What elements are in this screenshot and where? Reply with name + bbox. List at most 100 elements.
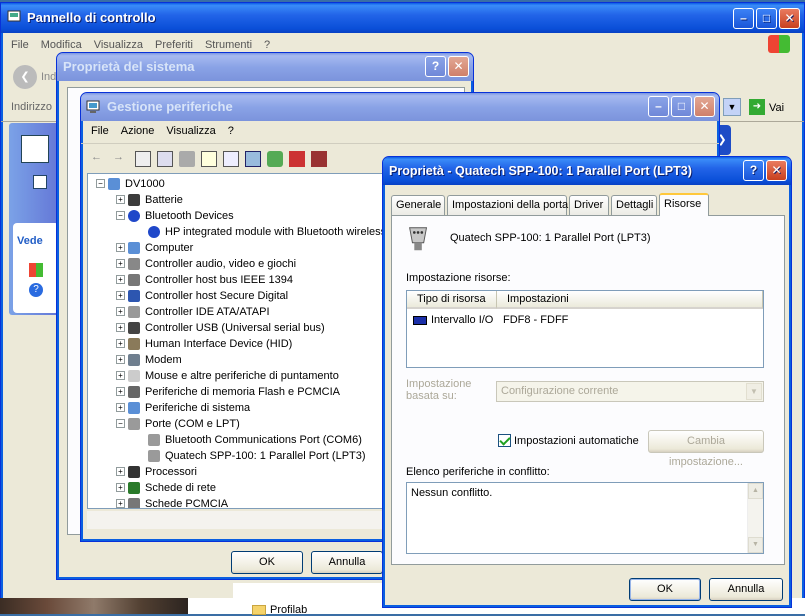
expand-icon[interactable]: + bbox=[116, 291, 125, 300]
ok-button[interactable]: OK bbox=[629, 578, 701, 601]
tree-item[interactable]: + Processori bbox=[88, 464, 386, 480]
expand-icon[interactable]: + bbox=[116, 195, 125, 204]
menu-azione[interactable]: Azione bbox=[115, 125, 161, 137]
device-tree[interactable]: − DV1000 + Batterie − Bluetooth Devices HP int… bbox=[87, 173, 387, 509]
expand-icon[interactable]: + bbox=[116, 323, 125, 332]
menu-modifica[interactable]: Modifica bbox=[35, 39, 88, 51]
collapse-icon[interactable]: − bbox=[116, 211, 125, 220]
expand-icon[interactable]: + bbox=[116, 403, 125, 412]
up-level-icon[interactable] bbox=[135, 151, 151, 167]
tree-item[interactable]: + Batterie bbox=[88, 192, 386, 208]
expand-icon[interactable]: + bbox=[116, 307, 125, 316]
tree-item[interactable]: Bluetooth Communications Port (COM6) bbox=[88, 432, 386, 448]
update-driver-icon[interactable] bbox=[267, 151, 283, 167]
tab-driver[interactable]: Driver bbox=[569, 195, 609, 215]
menu-help[interactable]: ? bbox=[222, 125, 240, 137]
tree-item[interactable]: + Human Interface Device (HID) bbox=[88, 336, 386, 352]
close-button[interactable]: ✕ bbox=[448, 56, 469, 77]
expand-icon[interactable]: + bbox=[116, 275, 125, 284]
tree-item[interactable]: + Periferiche di memoria Flash e PCMCIA bbox=[88, 384, 386, 400]
table-row[interactable]: Intervallo I/O FDF8 - FDFF bbox=[411, 313, 751, 329]
minimize-button[interactable]: – bbox=[648, 96, 669, 117]
expand-icon[interactable]: + bbox=[116, 259, 125, 268]
menu-file[interactable]: File bbox=[5, 39, 35, 51]
expand-icon[interactable]: + bbox=[116, 355, 125, 364]
tab-risorse[interactable]: Risorse bbox=[659, 193, 709, 216]
tree-item[interactable]: − DV1000 bbox=[88, 176, 386, 192]
minimize-button[interactable]: – bbox=[733, 8, 754, 29]
scroll-up-icon[interactable]: ▲ bbox=[748, 483, 763, 499]
conflict-scrollbar[interactable]: ▲ ▼ bbox=[747, 483, 763, 553]
auto-settings-checkbox[interactable] bbox=[498, 434, 511, 447]
expand-icon[interactable]: + bbox=[116, 483, 125, 492]
tree-item[interactable]: + Schede di rete bbox=[88, 480, 386, 496]
tree-item[interactable]: + Controller host Secure Digital bbox=[88, 288, 386, 304]
tree-item[interactable]: HP integrated module with Bluetooth wire… bbox=[88, 224, 386, 240]
expand-icon[interactable]: + bbox=[116, 371, 125, 380]
change-settings-button[interactable]: Cambia impostazione... bbox=[648, 430, 764, 468]
forward-arrow-icon[interactable]: → bbox=[113, 151, 129, 167]
menu-preferiti[interactable]: Preferiti bbox=[149, 39, 199, 51]
expand-icon[interactable]: + bbox=[116, 499, 125, 508]
menu-file[interactable]: File bbox=[85, 125, 115, 137]
close-button[interactable]: ✕ bbox=[779, 8, 800, 29]
uninstall-icon[interactable] bbox=[289, 151, 305, 167]
show-hide-tree-icon[interactable] bbox=[223, 151, 239, 167]
expand-icon[interactable]: + bbox=[116, 243, 125, 252]
tree-item[interactable]: + Modem bbox=[88, 352, 386, 368]
resource-list[interactable]: Tipo di risorsa Impostazioni Intervallo … bbox=[406, 290, 764, 368]
collapse-icon[interactable]: − bbox=[116, 419, 125, 428]
menu-visualizza[interactable]: Visualizza bbox=[88, 39, 149, 51]
tree-item[interactable]: − Porte (COM e LPT) bbox=[88, 416, 386, 432]
tree-item[interactable]: + Schede PCMCIA bbox=[88, 496, 386, 508]
tree-item[interactable]: + Controller audio, video e giochi bbox=[88, 256, 386, 272]
menu-strumenti[interactable]: Strumenti bbox=[199, 39, 258, 51]
tree-item[interactable]: Quatech SPP-100: 1 Parallel Port (LPT3) bbox=[88, 448, 386, 464]
expand-icon[interactable]: + bbox=[116, 339, 125, 348]
setting-based-on-select[interactable]: Configurazione corrente ▼ bbox=[496, 381, 764, 402]
scan-hardware-icon[interactable] bbox=[245, 151, 261, 167]
tab-impostazioni-porta[interactable]: Impostazioni della porta bbox=[447, 195, 568, 215]
port-properties-titlebar[interactable]: Proprietà - Quatech SPP-100: 1 Parallel … bbox=[383, 157, 791, 185]
go-button[interactable]: Vai bbox=[769, 102, 784, 114]
collapse-icon[interactable]: − bbox=[96, 179, 105, 188]
control-panel-titlebar[interactable]: Pannello di controllo – □ ✕ bbox=[1, 3, 804, 33]
help-button[interactable]: ? bbox=[425, 56, 446, 77]
auto-settings-label[interactable]: Impostazioni automatiche bbox=[514, 435, 639, 447]
help-doc-icon[interactable] bbox=[201, 151, 217, 167]
maximize-button[interactable]: □ bbox=[671, 96, 692, 117]
print-icon[interactable] bbox=[179, 151, 195, 167]
tree-item[interactable]: + Mouse e altre periferiche di puntamento bbox=[88, 368, 386, 384]
cancel-button[interactable]: Annulla bbox=[709, 578, 783, 601]
tree-item[interactable]: + Controller IDE ATA/ATAPI bbox=[88, 304, 386, 320]
back-button[interactable]: ❮ bbox=[13, 65, 37, 89]
conflict-list[interactable]: Nessun conflitto. ▲ ▼ bbox=[406, 482, 764, 554]
col-header-type[interactable]: Tipo di risorsa bbox=[407, 291, 497, 309]
expand-icon[interactable]: + bbox=[116, 387, 125, 396]
close-button[interactable]: ✕ bbox=[766, 160, 787, 181]
tree-item[interactable]: + Periferiche di sistema bbox=[88, 400, 386, 416]
address-dropdown-button[interactable]: ▼ bbox=[723, 98, 741, 116]
tab-dettagli[interactable]: Dettagli bbox=[611, 195, 657, 215]
properties-icon[interactable] bbox=[157, 151, 173, 167]
menu-visualizza[interactable]: Visualizza bbox=[160, 125, 221, 137]
help-button[interactable]: ? bbox=[743, 160, 764, 181]
back-arrow-icon[interactable]: ← bbox=[91, 151, 107, 167]
go-arrow-icon[interactable]: ➜ bbox=[749, 99, 765, 115]
maximize-button[interactable]: □ bbox=[756, 8, 777, 29]
expand-icon[interactable]: + bbox=[116, 467, 125, 476]
tree-item[interactable]: + Controller host bus IEEE 1394 bbox=[88, 272, 386, 288]
close-button[interactable]: ✕ bbox=[694, 96, 715, 117]
system-properties-titlebar[interactable]: Proprietà del sistema ? ✕ bbox=[57, 53, 473, 81]
tree-item[interactable]: + Computer bbox=[88, 240, 386, 256]
taskbar-item-label[interactable]: Profilab bbox=[270, 604, 307, 616]
tree-item[interactable]: + Controller USB (Universal serial bus) bbox=[88, 320, 386, 336]
device-manager-titlebar[interactable]: Gestione periferiche – □ ✕ bbox=[81, 93, 719, 121]
tree-item[interactable]: − Bluetooth Devices bbox=[88, 208, 386, 224]
scroll-down-icon[interactable]: ▼ bbox=[748, 537, 763, 553]
menu-help[interactable]: ? bbox=[258, 39, 276, 51]
disable-icon[interactable] bbox=[311, 151, 327, 167]
cancel-button[interactable]: Annulla bbox=[311, 551, 383, 574]
col-header-settings[interactable]: Impostazioni bbox=[497, 291, 763, 309]
tab-generale[interactable]: Generale bbox=[391, 195, 445, 215]
